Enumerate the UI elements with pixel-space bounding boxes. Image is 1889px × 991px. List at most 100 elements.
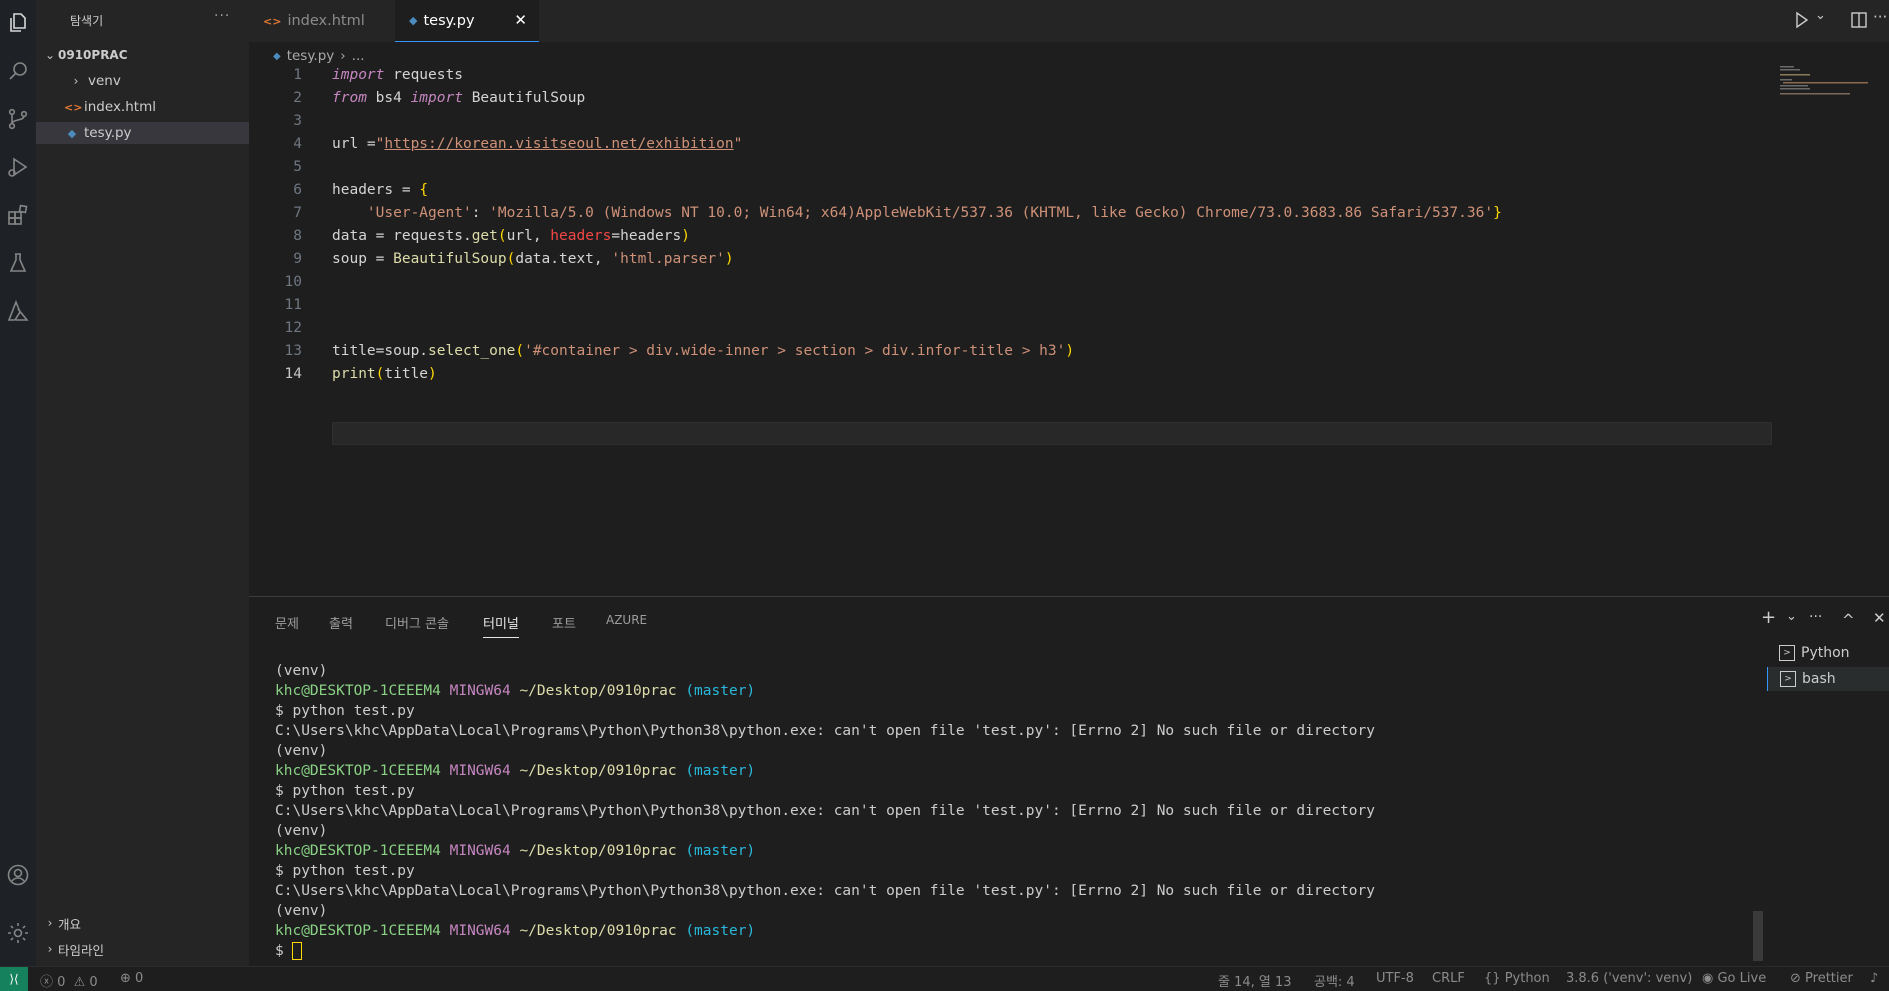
tab-problems[interactable]: 문제 bbox=[275, 613, 299, 633]
terminal-prompt: khc@DESKTOP-1CEEEM4 MINGW64 ~/Desktop/09… bbox=[275, 841, 755, 861]
ports-indicator[interactable]: ⊕ 0 bbox=[120, 971, 143, 986]
more-actions-icon[interactable]: ··· bbox=[1809, 609, 1822, 625]
terminal-list-item-bash[interactable]: > bash bbox=[1767, 667, 1889, 691]
source-control-icon[interactable] bbox=[3, 104, 33, 134]
explorer-more-icon[interactable]: ··· bbox=[214, 8, 230, 24]
new-terminal-icon[interactable]: + bbox=[1761, 607, 1776, 628]
prettier-button[interactable]: ⊘ Prettier bbox=[1790, 971, 1853, 986]
prettier-icon: ⊘ bbox=[1790, 971, 1801, 986]
minimap[interactable] bbox=[1780, 66, 1868, 106]
python-icon: ◆ bbox=[273, 50, 281, 62]
token: 'User-Agent' bbox=[366, 205, 472, 221]
tree-item-label: index.html bbox=[84, 99, 156, 115]
tab-terminal[interactable]: 터미널 bbox=[483, 613, 519, 638]
token: headers = bbox=[332, 182, 420, 198]
section-outline[interactable]: › 개요 bbox=[36, 912, 249, 934]
line-number: 9 bbox=[293, 251, 302, 267]
split-editor-icon[interactable] bbox=[1850, 11, 1868, 33]
tab-azure[interactable]: AZURE bbox=[606, 613, 647, 633]
tree-item-index-html[interactable]: <> index.html bbox=[36, 96, 249, 118]
prompt-user: khc@DESKTOP-1CEEEM4 bbox=[275, 763, 441, 779]
explorer-sidebar: 탐색기 ··· ⌄ 0910PRAC › venv <> index.html … bbox=[36, 0, 249, 966]
more-actions-icon[interactable]: ··· bbox=[1873, 8, 1887, 26]
terminal-line: C:\Users\khc\AppData\Local\Programs\Pyth… bbox=[275, 803, 1375, 819]
breadcrumb-file[interactable]: tesy.py bbox=[287, 48, 335, 64]
account-icon[interactable] bbox=[3, 860, 33, 890]
section-label: 타임라인 bbox=[58, 942, 105, 958]
language-mode[interactable]: {} Python bbox=[1484, 971, 1550, 986]
token: : bbox=[471, 205, 490, 221]
url-link[interactable]: https://korean.visitseoul.net/exhibition bbox=[384, 136, 733, 152]
code-line-6: headers = { bbox=[332, 179, 428, 202]
files-icon[interactable] bbox=[3, 8, 33, 38]
close-icon[interactable]: ✕ bbox=[514, 11, 527, 29]
ports-count: 0 bbox=[135, 971, 144, 986]
file-encoding[interactable]: UTF-8 bbox=[1376, 971, 1414, 986]
tab-index-html[interactable]: <> index.html bbox=[249, 0, 389, 42]
tree-item-label: venv bbox=[88, 73, 121, 89]
token: soup = bbox=[332, 251, 394, 267]
antenna-icon: ⊕ bbox=[120, 971, 131, 986]
run-debug-icon[interactable] bbox=[3, 152, 33, 182]
tree-item-venv[interactable]: › venv bbox=[36, 70, 249, 92]
token: " bbox=[733, 136, 743, 152]
token: from bbox=[332, 90, 367, 106]
prompt-branch: (master) bbox=[685, 923, 756, 939]
error-count: 0 bbox=[57, 975, 66, 990]
prompt-user: khc@DESKTOP-1CEEEM4 bbox=[275, 923, 441, 939]
chevron-right-icon: › bbox=[47, 916, 53, 930]
token: url, bbox=[506, 228, 551, 244]
terminal-line: (venv) bbox=[275, 903, 328, 919]
html-icon: <> bbox=[64, 100, 83, 114]
code-line-14: print(title) bbox=[332, 363, 437, 386]
tab-output[interactable]: 출력 bbox=[329, 613, 353, 633]
settings-gear-icon[interactable] bbox=[3, 918, 33, 948]
maximize-panel-icon[interactable]: ^ bbox=[1842, 611, 1855, 629]
terminal-input-line[interactable]: $ bbox=[275, 941, 303, 961]
token: ( bbox=[515, 343, 525, 359]
braces-icon: {} bbox=[1484, 971, 1501, 986]
terminal-scrollbar[interactable] bbox=[1753, 911, 1763, 961]
token: ) bbox=[724, 251, 734, 267]
explorer-title: 탐색기 bbox=[70, 14, 104, 28]
prompt-path: ~/Desktop/0910prac bbox=[519, 923, 677, 939]
current-line-highlight bbox=[332, 422, 1772, 445]
section-timeline[interactable]: › 타임라인 bbox=[36, 938, 249, 960]
tab-debug-console[interactable]: 디버그 콘솔 bbox=[385, 613, 449, 633]
terminal-dropdown-icon[interactable]: ⌄ bbox=[1786, 609, 1797, 624]
azure-icon[interactable] bbox=[3, 296, 33, 326]
search-icon[interactable] bbox=[3, 56, 33, 86]
run-icon[interactable] bbox=[1794, 11, 1810, 33]
go-live-button[interactable]: ◉ Go Live bbox=[1702, 971, 1766, 986]
extensions-icon[interactable] bbox=[3, 200, 33, 230]
folder-0910prac[interactable]: ⌄ 0910PRAC bbox=[36, 44, 249, 66]
notifications-bell-icon[interactable]: ♪ bbox=[1870, 971, 1878, 986]
problems-indicator[interactable]: ⓧ 0 ⚠ 0 bbox=[40, 971, 98, 990]
prompt-host: MINGW64 bbox=[449, 683, 511, 699]
tree-item-label: tesy.py bbox=[84, 125, 132, 141]
python-interpreter[interactable]: 3.8.6 ('venv': venv) bbox=[1566, 971, 1692, 986]
token: BeautifulSoup bbox=[462, 90, 586, 106]
terminal-list-item-python[interactable]: > Python bbox=[1767, 641, 1889, 665]
token: get bbox=[471, 228, 498, 244]
html-icon: <> bbox=[263, 14, 282, 28]
line-number: 13 bbox=[284, 343, 302, 359]
close-panel-icon[interactable]: ✕ bbox=[1873, 609, 1886, 627]
end-of-line[interactable]: CRLF bbox=[1432, 971, 1465, 986]
token: ) bbox=[1065, 343, 1075, 359]
indentation-spaces[interactable]: 공백: 4 bbox=[1314, 971, 1355, 990]
folder-label: 0910PRAC bbox=[58, 48, 128, 62]
cursor-position[interactable]: 줄 14, 열 13 bbox=[1218, 971, 1292, 990]
tab-tesy-py[interactable]: ◆ tesy.py ✕ bbox=[395, 0, 539, 42]
tree-item-tesy-py[interactable]: ◆ tesy.py bbox=[36, 122, 249, 144]
code-line-7: 'User-Agent': 'Mozilla/5.0 (Windows NT 1… bbox=[332, 202, 1502, 225]
breadcrumb-symbols[interactable]: ... bbox=[352, 48, 365, 64]
token: print bbox=[332, 366, 376, 382]
chevron-right-icon: › bbox=[47, 942, 53, 956]
tab-ports[interactable]: 포트 bbox=[552, 613, 576, 633]
remote-indicator-icon[interactable]: ⟩⟨ bbox=[0, 967, 28, 991]
run-dropdown-icon[interactable]: ⌄ bbox=[1815, 8, 1826, 23]
code-editor[interactable]: 1 2 3 4 5 6 7 8 9 10 11 12 13 14 import … bbox=[249, 64, 1772, 584]
testing-icon[interactable] bbox=[3, 248, 33, 278]
token: import bbox=[410, 90, 463, 106]
